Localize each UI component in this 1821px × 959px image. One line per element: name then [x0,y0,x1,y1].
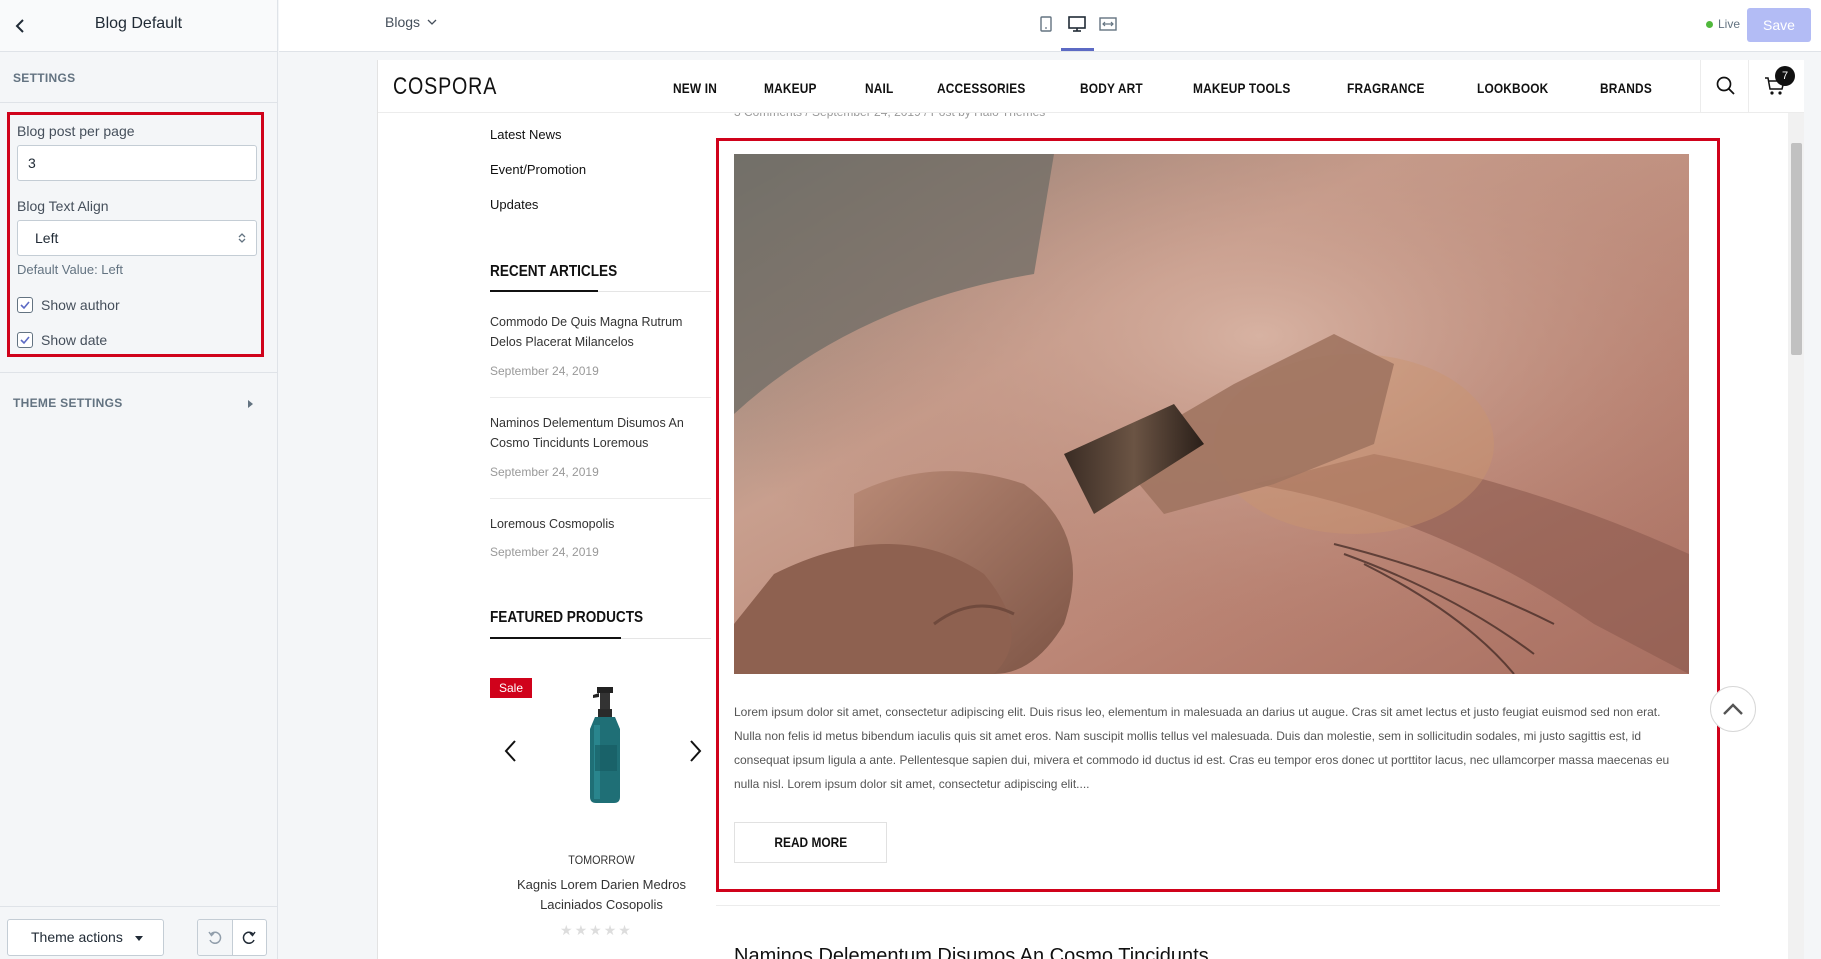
nav-item-new-in[interactable]: NEW IN [673,80,717,96]
star-icon: ★ [560,922,573,938]
store-logo[interactable]: COSPORA [393,73,497,101]
sidebar-header: Blog Default [0,0,277,52]
scrollbar-thumb[interactable] [1791,143,1802,355]
nav-item-brands[interactable]: BRANDS [1600,80,1652,96]
fullwidth-view-button[interactable] [1097,13,1119,35]
nav-item-body-art[interactable]: BODY ART [1080,80,1143,96]
redo-button[interactable] [231,920,267,955]
star-icon: ★ [618,922,631,938]
sale-badge: Sale [490,678,532,698]
nav-item-makeup[interactable]: MAKEUP [764,80,817,96]
undo-button[interactable] [198,920,232,955]
recent-article-title[interactable]: Commodo De Quis Magna Rutrum Delos Place… [490,312,695,352]
text-align-label: Blog Text Align [17,198,109,214]
nav-item-accessories[interactable]: ACCESSORIES [937,80,1026,96]
checkbox-checked-icon [17,332,33,348]
recent-article-date: September 24, 2019 [490,545,599,559]
theme-settings-label: THEME SETTINGS [13,396,123,410]
star-icon: ★ [589,922,602,938]
widget-title-underline [490,637,621,639]
nav-item-makeup-tools[interactable]: MAKEUP TOOLS [1193,80,1290,96]
show-author-label: Show author [41,297,120,313]
select-arrows-icon [238,232,246,244]
sidebar-title: Blog Default [94,15,183,32]
text-align-select[interactable]: Left [17,220,257,256]
editor-sidebar: Blog Default SETTINGS Blog post per page… [0,0,278,959]
chevron-right-icon[interactable] [685,738,705,764]
chevron-up-icon [1723,703,1743,715]
theme-actions-label: Theme actions [31,929,123,945]
recent-article-title[interactable]: Naminos Delementum Disumos An Cosmo Tinc… [490,413,695,453]
widget-title-underline [490,290,598,292]
post-featured-image[interactable] [734,154,1689,674]
next-post-title[interactable]: Naminos Delementum Disumos An Cosmo Tinc… [734,945,1209,959]
recent-article-date: September 24, 2019 [490,465,599,479]
page-selector[interactable]: Blogs [385,14,437,30]
back-to-top-button[interactable] [1710,686,1756,732]
main-nav: NEW IN MAKEUP NAIL ACCESSORIES BODY ART … [673,80,1700,96]
recent-article-date: September 24, 2019 [490,364,599,378]
header-divider [1700,60,1701,113]
chevron-down-icon [135,936,143,942]
store-header: COSPORA NEW IN MAKEUP NAIL ACCESSORIES B… [378,60,1804,113]
featured-products-title: FEATURED PRODUCTS [490,609,644,626]
live-label: Live [1718,17,1741,31]
category-link[interactable]: Latest News [490,127,562,142]
caret-right-icon [247,399,255,409]
cart-count-badge: 7 [1775,66,1795,86]
live-dot-icon [1706,20,1713,28]
posts-per-page-label: Blog post per page [17,123,135,139]
page-selector-label: Blogs [385,14,421,30]
redo-icon [242,931,256,944]
text-align-value: Left [35,230,59,246]
theme-settings-row[interactable]: THEME SETTINGS [0,372,277,432]
nav-item-lookbook[interactable]: LOOKBOOK [1477,80,1548,96]
desktop-view-button[interactable] [1066,13,1088,35]
star-icon: ★ [603,922,617,938]
read-more-label: READ MORE [774,834,847,850]
nav-item-fragrance[interactable]: FRAGRANCE [1347,80,1425,96]
recent-articles-title: RECENT ARTICLES [490,263,618,280]
category-link[interactable]: Event/Promotion [490,162,586,177]
search-icon[interactable] [1715,75,1737,97]
nav-item-nail[interactable]: NAIL [865,80,893,96]
article-divider [490,498,711,499]
product-title[interactable]: Kagnis Lorem Darien Medros Laciniados Co… [490,875,713,915]
product-rating: ★ ★ ★ ★ ★ [560,922,633,939]
checkbox-checked-icon [17,297,33,313]
chevron-down-icon [427,19,437,25]
read-more-button[interactable]: READ MORE [734,822,887,863]
text-align-hint: Default Value: Left [17,262,123,277]
undo-icon [208,931,222,944]
show-author-checkbox[interactable]: Show author [17,297,120,313]
recent-article-title[interactable]: Loremous Cosmopolis [490,514,695,534]
live-status: Live [1706,17,1740,31]
mobile-view-button[interactable] [1035,13,1057,35]
history-buttons [197,919,267,956]
active-view-indicator [1061,48,1094,51]
show-date-label: Show date [41,332,108,348]
post-excerpt: Lorem ipsum dolor sit amet, consectetur … [734,705,1670,791]
category-link[interactable]: Updates [490,197,538,212]
desktop-icon [1068,16,1086,32]
star-icon: ★ [574,922,588,938]
chevron-left-icon[interactable] [501,738,521,764]
settings-section-title: SETTINGS [0,52,277,103]
show-date-checkbox[interactable]: Show date [17,332,107,348]
editor-topbar: Blogs Live Save [279,0,1821,52]
save-button[interactable]: Save [1747,8,1811,42]
posts-per-page-input[interactable] [17,145,257,181]
theme-actions-button[interactable]: Theme actions [7,919,164,956]
product-bottle-image[interactable] [573,685,637,807]
post-divider [716,905,1720,906]
mobile-icon [1040,16,1052,32]
fullwidth-icon [1099,17,1117,31]
sidebar-footer: Theme actions [0,906,277,959]
store-preview: COSPORA NEW IN MAKEUP NAIL ACCESSORIES B… [377,60,1804,959]
article-divider [490,397,711,398]
product-vendor: TOMORROW [568,853,635,867]
header-divider [1748,60,1749,113]
